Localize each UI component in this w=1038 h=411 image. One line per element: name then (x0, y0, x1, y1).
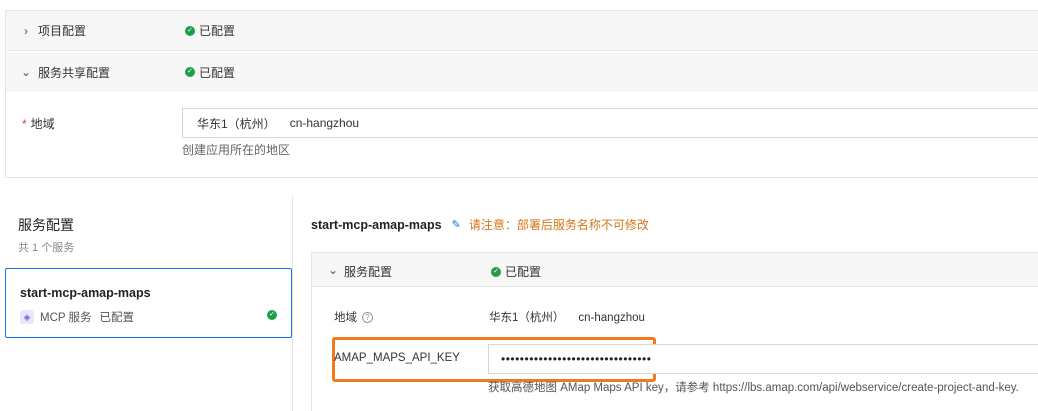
check-circle-icon: ✓ (267, 310, 277, 320)
service-card-name: start-mcp-amap-maps (20, 286, 151, 300)
status-text: 已配置 (199, 24, 236, 38)
status-text: 已配置 (199, 65, 236, 80)
service-detail-header: start-mcp-amap-maps ✎ 请注意：部署后服务名称不可修改 (311, 216, 649, 233)
service-card-meta: ◈ MCP 服务 已配置 (20, 309, 134, 325)
detail-region-code: cn-hangzhou (578, 312, 645, 324)
service-card[interactable]: start-mcp-amap-maps ◈ MCP 服务 已配置 ✓ (5, 268, 292, 338)
api-key-label: AMAP_MAPS_API_KEY (334, 352, 460, 364)
region-help-text: 创建应用所在的地区 (182, 143, 291, 157)
shared-config-status: ✓ 已配置 (185, 64, 235, 81)
service-status: 已配置 (99, 312, 135, 324)
check-circle-icon: ✓ (185, 67, 195, 77)
project-config-header[interactable]: › 项目配置 ✓ 已配置 (6, 11, 1038, 51)
api-key-help-text: 获取高德地图 AMap Maps API key，请参考 https://lbs… (488, 382, 1019, 394)
mcp-icon: ◈ (20, 310, 34, 324)
service-kind: MCP 服务 (40, 312, 92, 324)
service-config-header[interactable]: ⌄ 服务配置 ✓ 已配置 (312, 253, 1038, 287)
detail-region-label-text: 地域 (334, 312, 357, 324)
service-detail-panel: ⌄ 服务配置 ✓ 已配置 地域 ? 华东1（杭州） cn-hangzhou AMA… (311, 252, 1038, 411)
region-code: cn-hangzhou (289, 116, 360, 130)
question-circle-icon[interactable]: ? (362, 311, 373, 323)
service-config-title: 服务配置 (344, 265, 393, 279)
service-name-warning: 请注意：部署后服务名称不可修改 (468, 218, 649, 232)
required-mark: * (22, 117, 27, 131)
region-label-text: 地域 (30, 117, 55, 131)
chevron-down-icon: ⌄ (20, 65, 32, 79)
project-config-status: ✓ 已配置 (185, 22, 235, 39)
service-list-title: 服务配置 (18, 217, 74, 233)
service-list-panel: 服务配置 共 1 个服务 start-mcp-amap-maps ◈ MCP 服… (0, 196, 293, 411)
service-detail-name: start-mcp-amap-maps (311, 217, 442, 232)
status-text: 已配置 (505, 265, 542, 279)
region-label: * 地域 (22, 115, 55, 132)
api-key-input[interactable]: •••••••••••••••••••••••••••••••• (488, 344, 1038, 374)
top-config-panel: › 项目配置 ✓ 已配置 ⌄ 服务共享配置 ✓ 已配置 * 地域 华东1（杭州） … (5, 10, 1038, 178)
chevron-down-icon: ⌄ (327, 263, 339, 277)
chevron-right-icon: › (24, 23, 28, 38)
shared-config-title: 服务共享配置 (38, 65, 111, 80)
edit-icon[interactable]: ✎ (452, 218, 461, 231)
check-circle-icon: ✓ (185, 25, 195, 36)
detail-region-value: 华东1（杭州） cn-hangzhou (489, 309, 645, 325)
region-select[interactable]: 华东1（杭州） cn-hangzhou (182, 108, 1038, 138)
project-config-title: 项目配置 (38, 24, 87, 38)
service-config-status: ✓ 已配置 (491, 263, 541, 280)
detail-region-label: 地域 ? (334, 309, 373, 325)
service-count: 共 1 个服务 (18, 242, 75, 254)
shared-config-header[interactable]: ⌄ 服务共享配置 ✓ 已配置 (6, 52, 1038, 92)
region-name: 华东1（杭州） (197, 116, 276, 131)
detail-region-name: 华东1（杭州） (489, 312, 565, 324)
check-circle-icon: ✓ (491, 266, 501, 277)
